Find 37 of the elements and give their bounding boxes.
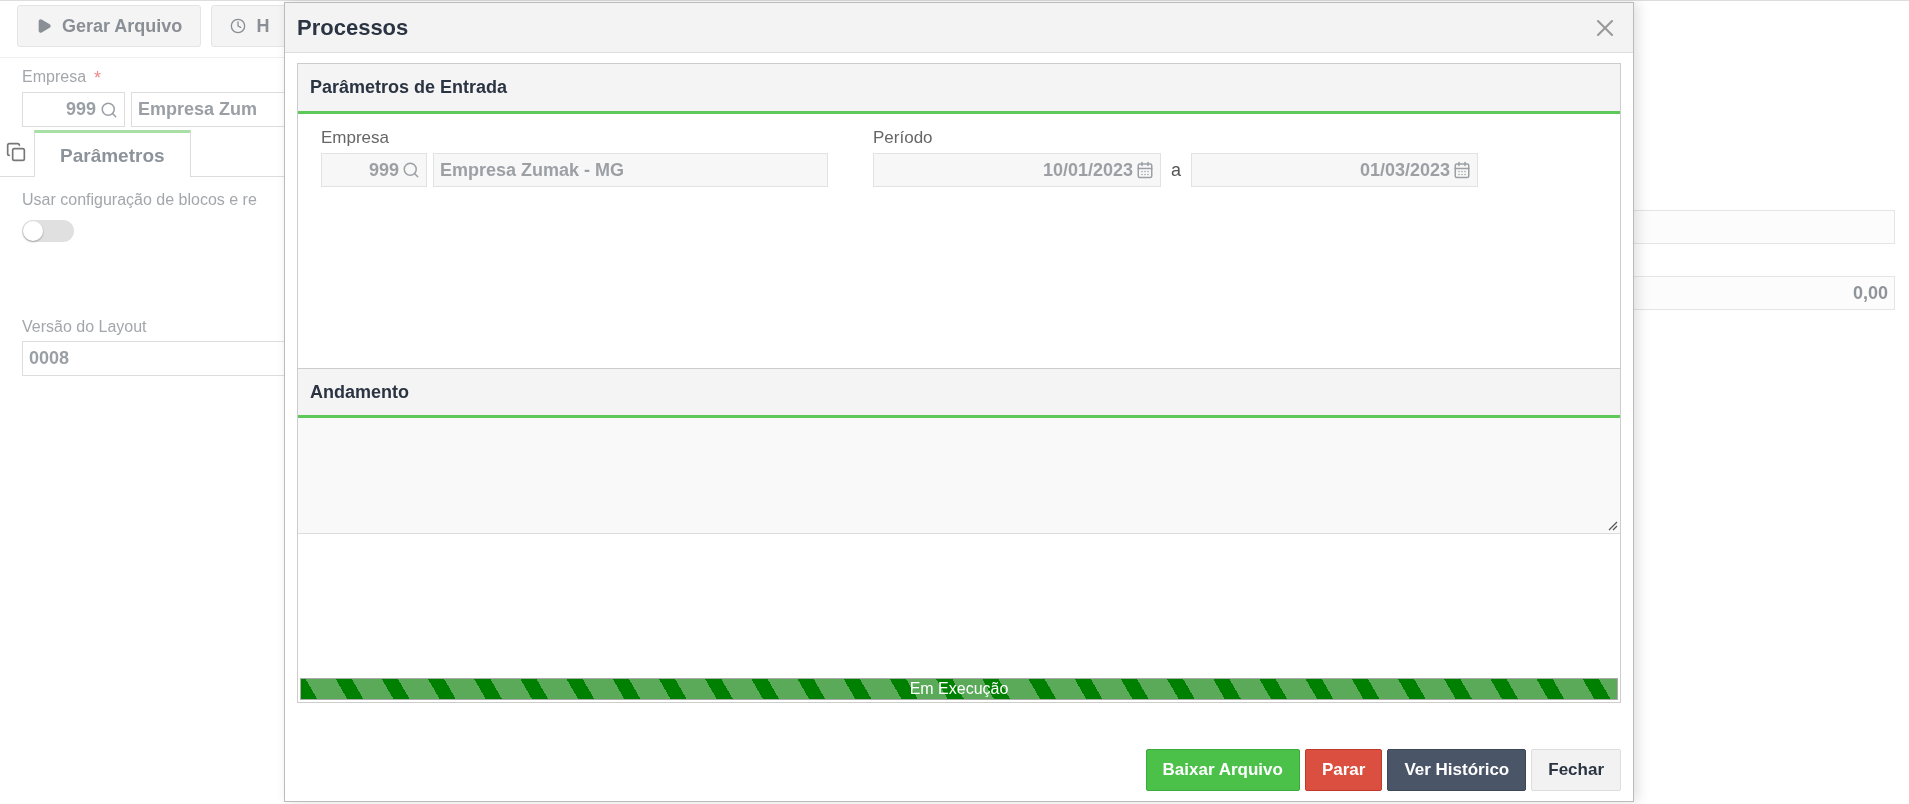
panel-title: Andamento xyxy=(310,381,409,403)
search-icon xyxy=(100,100,118,119)
range-separator: a xyxy=(1170,159,1182,181)
log-textarea[interactable] xyxy=(298,418,1620,534)
input-field[interactable] xyxy=(1633,210,1895,244)
date-field[interactable]: 10/01/2023 xyxy=(873,153,1161,187)
dialog-title: Processos xyxy=(297,14,409,41)
field-label: Versão do Layout xyxy=(22,318,148,336)
clock-icon xyxy=(230,18,247,34)
panel-title: Parâmetros de Entrada xyxy=(310,77,508,98)
tab[interactable]: Parâmetros xyxy=(34,130,191,177)
required-mark: * xyxy=(94,68,102,89)
calendar-icon xyxy=(1453,161,1471,179)
progress-status: Em Execução xyxy=(909,680,1009,698)
toolbar-button[interactable]: H xyxy=(211,5,284,47)
field-label: Empresa * xyxy=(22,68,103,89)
resize-grip-icon xyxy=(1608,521,1618,531)
play-icon xyxy=(36,18,52,34)
date-field[interactable]: 01/03/2023 xyxy=(1191,153,1478,187)
field-label: Período xyxy=(873,128,934,148)
code-field[interactable]: 999 xyxy=(321,153,427,187)
dialog-button[interactable]: Baixar Arquivo xyxy=(1145,749,1300,791)
layout-version-field[interactable]: 0008 xyxy=(22,341,284,376)
code-field[interactable]: 999 xyxy=(22,92,125,127)
toggle-label: Usar configuração de blocos e re xyxy=(22,191,258,209)
dialog-button[interactable]: Parar xyxy=(1304,749,1383,791)
copy-icon xyxy=(6,142,26,162)
dialog-button[interactable]: Fechar xyxy=(1531,749,1621,791)
field-label: Empresa xyxy=(321,128,391,148)
dialog-button[interactable]: Ver Histórico xyxy=(1387,749,1527,791)
calendar-icon xyxy=(1136,161,1154,179)
amount-field[interactable]: 0,00 xyxy=(1633,276,1895,310)
toggle-switch[interactable] xyxy=(22,220,74,242)
name-field[interactable]: Empresa Zum xyxy=(131,92,284,127)
name-field[interactable]: Empresa Zumak - MG xyxy=(433,153,828,187)
toolbar-button[interactable]: Gerar Arquivo xyxy=(17,5,202,47)
search-icon xyxy=(402,161,420,179)
